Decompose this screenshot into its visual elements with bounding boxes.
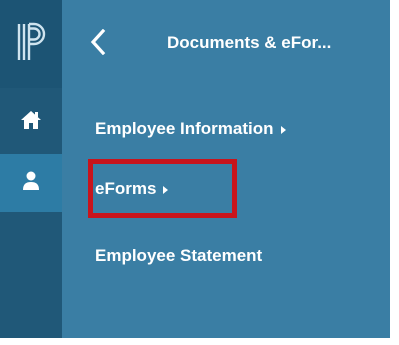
panel-header: Documents & eFor...	[62, 0, 390, 88]
home-button[interactable]	[0, 92, 62, 152]
caret-right-icon	[163, 185, 169, 194]
menu-item-employee-statement[interactable]: Employee Statement	[95, 241, 262, 271]
home-icon	[20, 110, 42, 135]
menu-item-label: Employee Information	[95, 119, 274, 138]
powerschool-logo-icon	[16, 20, 46, 69]
navigation-panel: Documents & eFor... Employee Information…	[62, 0, 390, 338]
caret-right-icon	[280, 125, 286, 134]
employee-button[interactable]	[0, 154, 62, 212]
menu-item-label: Employee Statement	[95, 246, 263, 265]
chevron-left-icon	[90, 28, 106, 60]
menu-item-employee-information[interactable]: Employee Information	[95, 114, 286, 144]
panel-title: Documents & eFor...	[167, 33, 332, 52]
user-icon	[22, 171, 40, 196]
menu-item-eforms[interactable]: eForms	[95, 174, 169, 204]
menu-item-label: eForms	[95, 179, 157, 198]
logo[interactable]	[0, 0, 62, 88]
app-frame: Documents & eFor... Employee Information…	[0, 0, 390, 338]
back-button[interactable]	[76, 22, 120, 66]
icon-rail	[0, 0, 62, 338]
